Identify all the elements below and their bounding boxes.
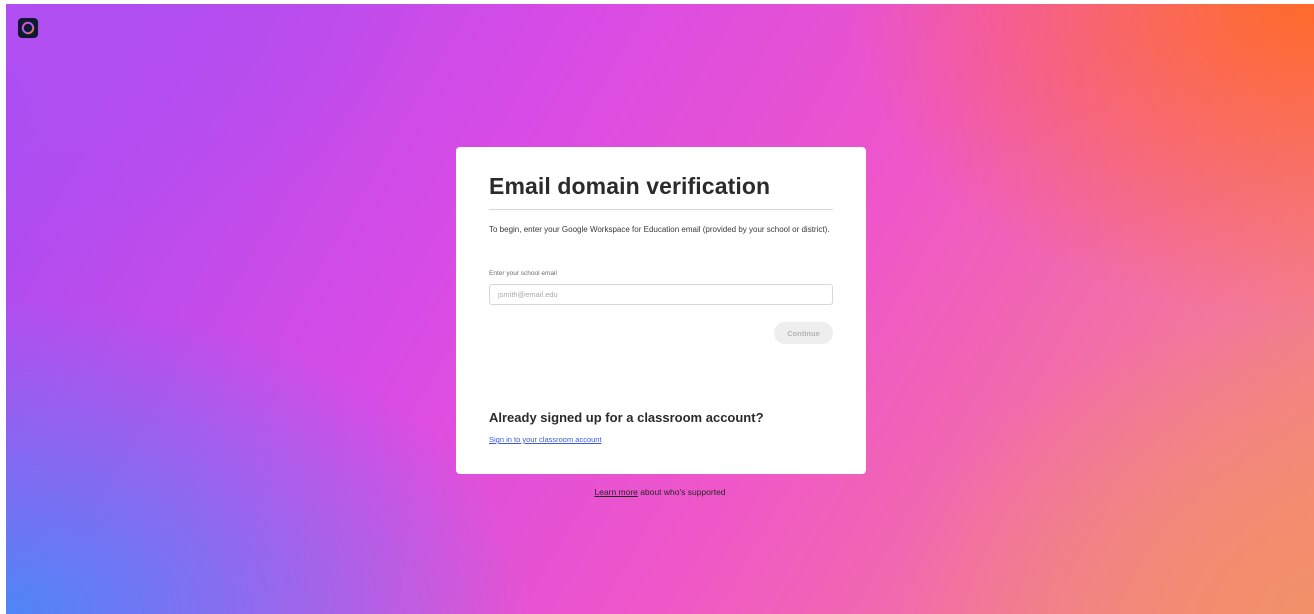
title-divider — [489, 209, 833, 210]
learn-more-link[interactable]: Learn more — [594, 487, 637, 497]
continue-button[interactable]: Continue — [774, 322, 833, 344]
school-email-input[interactable] — [489, 284, 833, 305]
instructions-text: To begin, enter your Google Workspace fo… — [489, 225, 830, 234]
email-field-label: Enter your school email — [489, 270, 557, 277]
support-note-text: about who's supported — [637, 487, 726, 497]
creative-cloud-icon-glyph — [21, 21, 35, 35]
support-note: Learn more about who's supported — [0, 487, 1314, 497]
verification-card: Email domain verification To begin, ente… — [456, 147, 866, 474]
creative-cloud-icon[interactable] — [18, 18, 38, 38]
classroom-account-heading: Already signed up for a classroom accoun… — [489, 410, 764, 425]
sign-in-classroom-link[interactable]: Sign in to your classroom account — [489, 435, 602, 444]
page-title: Email domain verification — [489, 173, 771, 199]
